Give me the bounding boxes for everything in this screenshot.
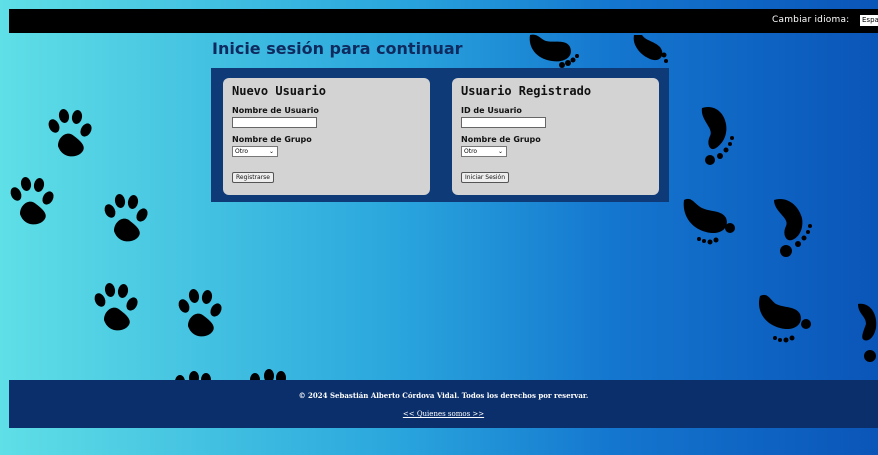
- login-button[interactable]: Iniciar Sesión: [461, 172, 510, 183]
- paw-print-icon: [48, 109, 92, 157]
- new-user-card: Nuevo Usuario Nombre de Usuario Nombre d…: [223, 78, 430, 195]
- new-user-group-label: Nombre de Grupo: [232, 135, 312, 144]
- footprint-icon: [683, 198, 735, 245]
- userid-input[interactable]: [461, 117, 546, 128]
- footer: © 2024 Sebastián Alberto Córdova Vidal. …: [9, 380, 878, 428]
- language-label: Cambiar idioma:: [772, 15, 850, 25]
- page-title: Inicie sesión para continuar: [212, 39, 463, 58]
- language-select[interactable]: Español: [860, 15, 878, 26]
- footprint-icon: [529, 34, 579, 68]
- paw-print-icon: [104, 194, 148, 242]
- new-user-group-value: Otro: [235, 148, 249, 155]
- registered-user-heading: Usuario Registrado: [461, 84, 592, 98]
- username-input[interactable]: [232, 117, 317, 128]
- footprint-icon: [701, 106, 734, 165]
- footprint-icon: [774, 198, 812, 257]
- registered-user-group-label: Nombre de Grupo: [461, 135, 541, 144]
- register-button[interactable]: Registrarse: [232, 172, 274, 183]
- top-bar: Cambiar idioma: Español: [9, 9, 878, 33]
- footprint-icon: [758, 294, 811, 343]
- new-user-group-select[interactable]: Otro ⌄: [232, 146, 278, 157]
- paw-print-icon: [94, 283, 138, 331]
- registered-user-group-value: Otro: [464, 148, 478, 155]
- paw-print-icon: [250, 369, 286, 380]
- chevron-down-icon: ⌄: [497, 148, 503, 155]
- new-user-heading: Nuevo Usuario: [232, 84, 326, 98]
- paw-print-icon: [10, 177, 54, 225]
- registered-user-group-select[interactable]: Otro ⌄: [461, 146, 507, 157]
- footprint-icon: [633, 35, 668, 63]
- about-link[interactable]: << Quienes somos >>: [9, 410, 878, 418]
- chevron-down-icon: ⌄: [268, 148, 274, 155]
- copyright-text: © 2024 Sebastián Alberto Córdova Vidal. …: [298, 391, 589, 400]
- login-panel: Nuevo Usuario Nombre de Usuario Nombre d…: [211, 68, 669, 202]
- userid-label: ID de Usuario: [461, 106, 522, 115]
- username-label: Nombre de Usuario: [232, 106, 319, 115]
- registered-user-card: Usuario Registrado ID de Usuario Nombre …: [452, 78, 659, 195]
- footprint-icon: [858, 303, 877, 362]
- paw-print-icon: [178, 289, 222, 337]
